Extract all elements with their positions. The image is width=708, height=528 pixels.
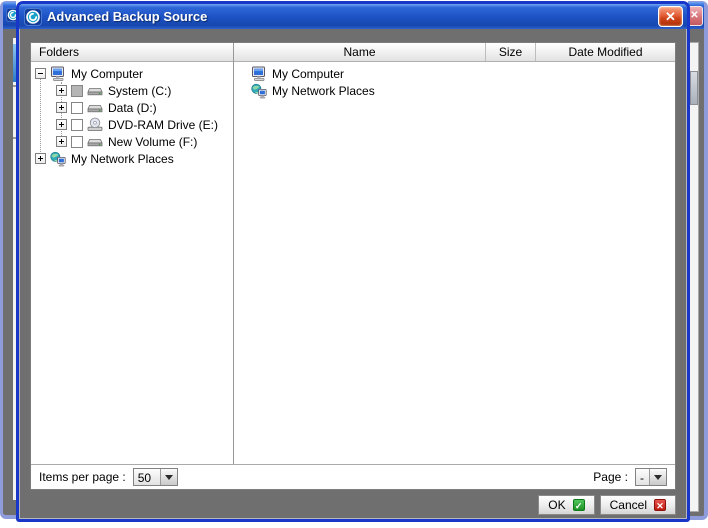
tree-item-label[interactable]: Data (D:) [108,101,157,115]
chevron-down-icon [654,475,662,480]
pagination-bar: Items per page : 50 Page : - [31,464,675,489]
items-per-page-label: Items per page : [39,470,126,484]
checkbox-system-c[interactable] [71,85,83,97]
chevron-down-icon [165,475,173,480]
computer-icon [50,66,66,82]
folders-header: Folders [31,43,233,62]
browser-panel: Folders My Computer [30,42,676,490]
drive-icon [87,134,103,150]
checkbox-new-volume-f[interactable] [71,136,83,148]
items-per-page-select[interactable]: 50 [133,468,178,486]
background-window-right-edge: ✕ [688,1,708,520]
folders-header-label: Folders [39,45,79,59]
x-icon: ✕ [654,499,666,511]
tree-item-label[interactable]: System (C:) [108,84,171,98]
drive-icon [87,83,103,99]
list-header-row: Name Size Date Modified [234,43,675,62]
background-window-left-edge [0,1,16,519]
checkbox-dvd-ram-e[interactable] [71,119,83,131]
drive-icon [87,100,103,116]
list-item-label[interactable]: My Network Places [272,84,375,98]
app-icon [24,8,42,26]
tree-item-system-c[interactable]: System (C:) [31,82,233,99]
tree-item-label[interactable]: My Computer [71,67,143,81]
dropdown-button[interactable] [160,469,177,485]
background-scrollbar[interactable] [689,42,699,512]
list-item-my-computer[interactable]: My Computer [234,65,675,82]
checkbox-data-d[interactable] [71,102,83,114]
app-icon [6,8,16,22]
dialog-title: Advanced Backup Source [47,9,653,24]
dialog-body: Folders My Computer [19,29,687,519]
items-pane: Name Size Date Modified My Computer My N… [234,43,675,464]
items-list: My Computer My Network Places [234,62,675,464]
page-select[interactable]: - [635,468,667,486]
background-titlebar-left [3,2,16,29]
advanced-backup-source-dialog: Advanced Backup Source ✕ Folders [16,1,690,522]
collapse-icon[interactable] [35,68,46,79]
tree-item-label[interactable]: New Volume (F:) [108,135,197,149]
dialog-footer: OK ✓ Cancel ✕ [30,490,676,519]
check-icon: ✓ [573,499,585,511]
cancel-button[interactable]: Cancel ✕ [600,495,676,515]
expand-icon[interactable] [56,85,67,96]
close-icon: ✕ [688,6,703,26]
dvd-icon [87,117,103,133]
panel-main: Folders My Computer [31,43,675,464]
tree-item-my-network-places[interactable]: My Network Places [31,150,233,167]
list-item-label[interactable]: My Computer [272,67,344,81]
expand-icon[interactable] [56,119,67,130]
tree-item-my-computer[interactable]: My Computer [31,65,233,82]
expand-icon[interactable] [56,136,67,147]
tree-item-dvd-ram-e[interactable]: DVD-RAM Drive (E:) [31,116,233,133]
folders-tree: My Computer System (C:) Data [31,62,233,464]
list-item-my-network-places[interactable]: My Network Places [234,82,675,99]
folders-pane: Folders My Computer [31,43,234,464]
column-header-name: Name [234,43,485,61]
dialog-titlebar[interactable]: Advanced Backup Source ✕ [19,4,687,29]
close-button[interactable]: ✕ [658,6,683,27]
scrollbar-thumb[interactable] [690,71,698,105]
ok-button-label: OK [548,498,565,512]
column-header-date-modified: Date Modified [535,43,675,61]
expand-icon[interactable] [35,153,46,164]
tree-item-new-volume-f[interactable]: New Volume (F:) [31,133,233,150]
tree-item-label[interactable]: DVD-RAM Drive (E:) [108,118,218,132]
ok-button[interactable]: OK ✓ [538,495,594,515]
column-header-size: Size [485,43,535,61]
network-icon [251,83,267,99]
background-titlebar-right: ✕ [688,2,704,29]
computer-icon [251,66,267,82]
network-icon [50,151,66,167]
page-label: Page : [593,470,628,484]
cancel-button-label: Cancel [610,498,647,512]
items-per-page-value: 50 [134,469,160,485]
tree-item-label[interactable]: My Network Places [71,152,174,166]
page-value: - [636,469,649,485]
expand-icon[interactable] [56,102,67,113]
tree-item-data-d[interactable]: Data (D:) [31,99,233,116]
dropdown-button[interactable] [649,469,666,485]
